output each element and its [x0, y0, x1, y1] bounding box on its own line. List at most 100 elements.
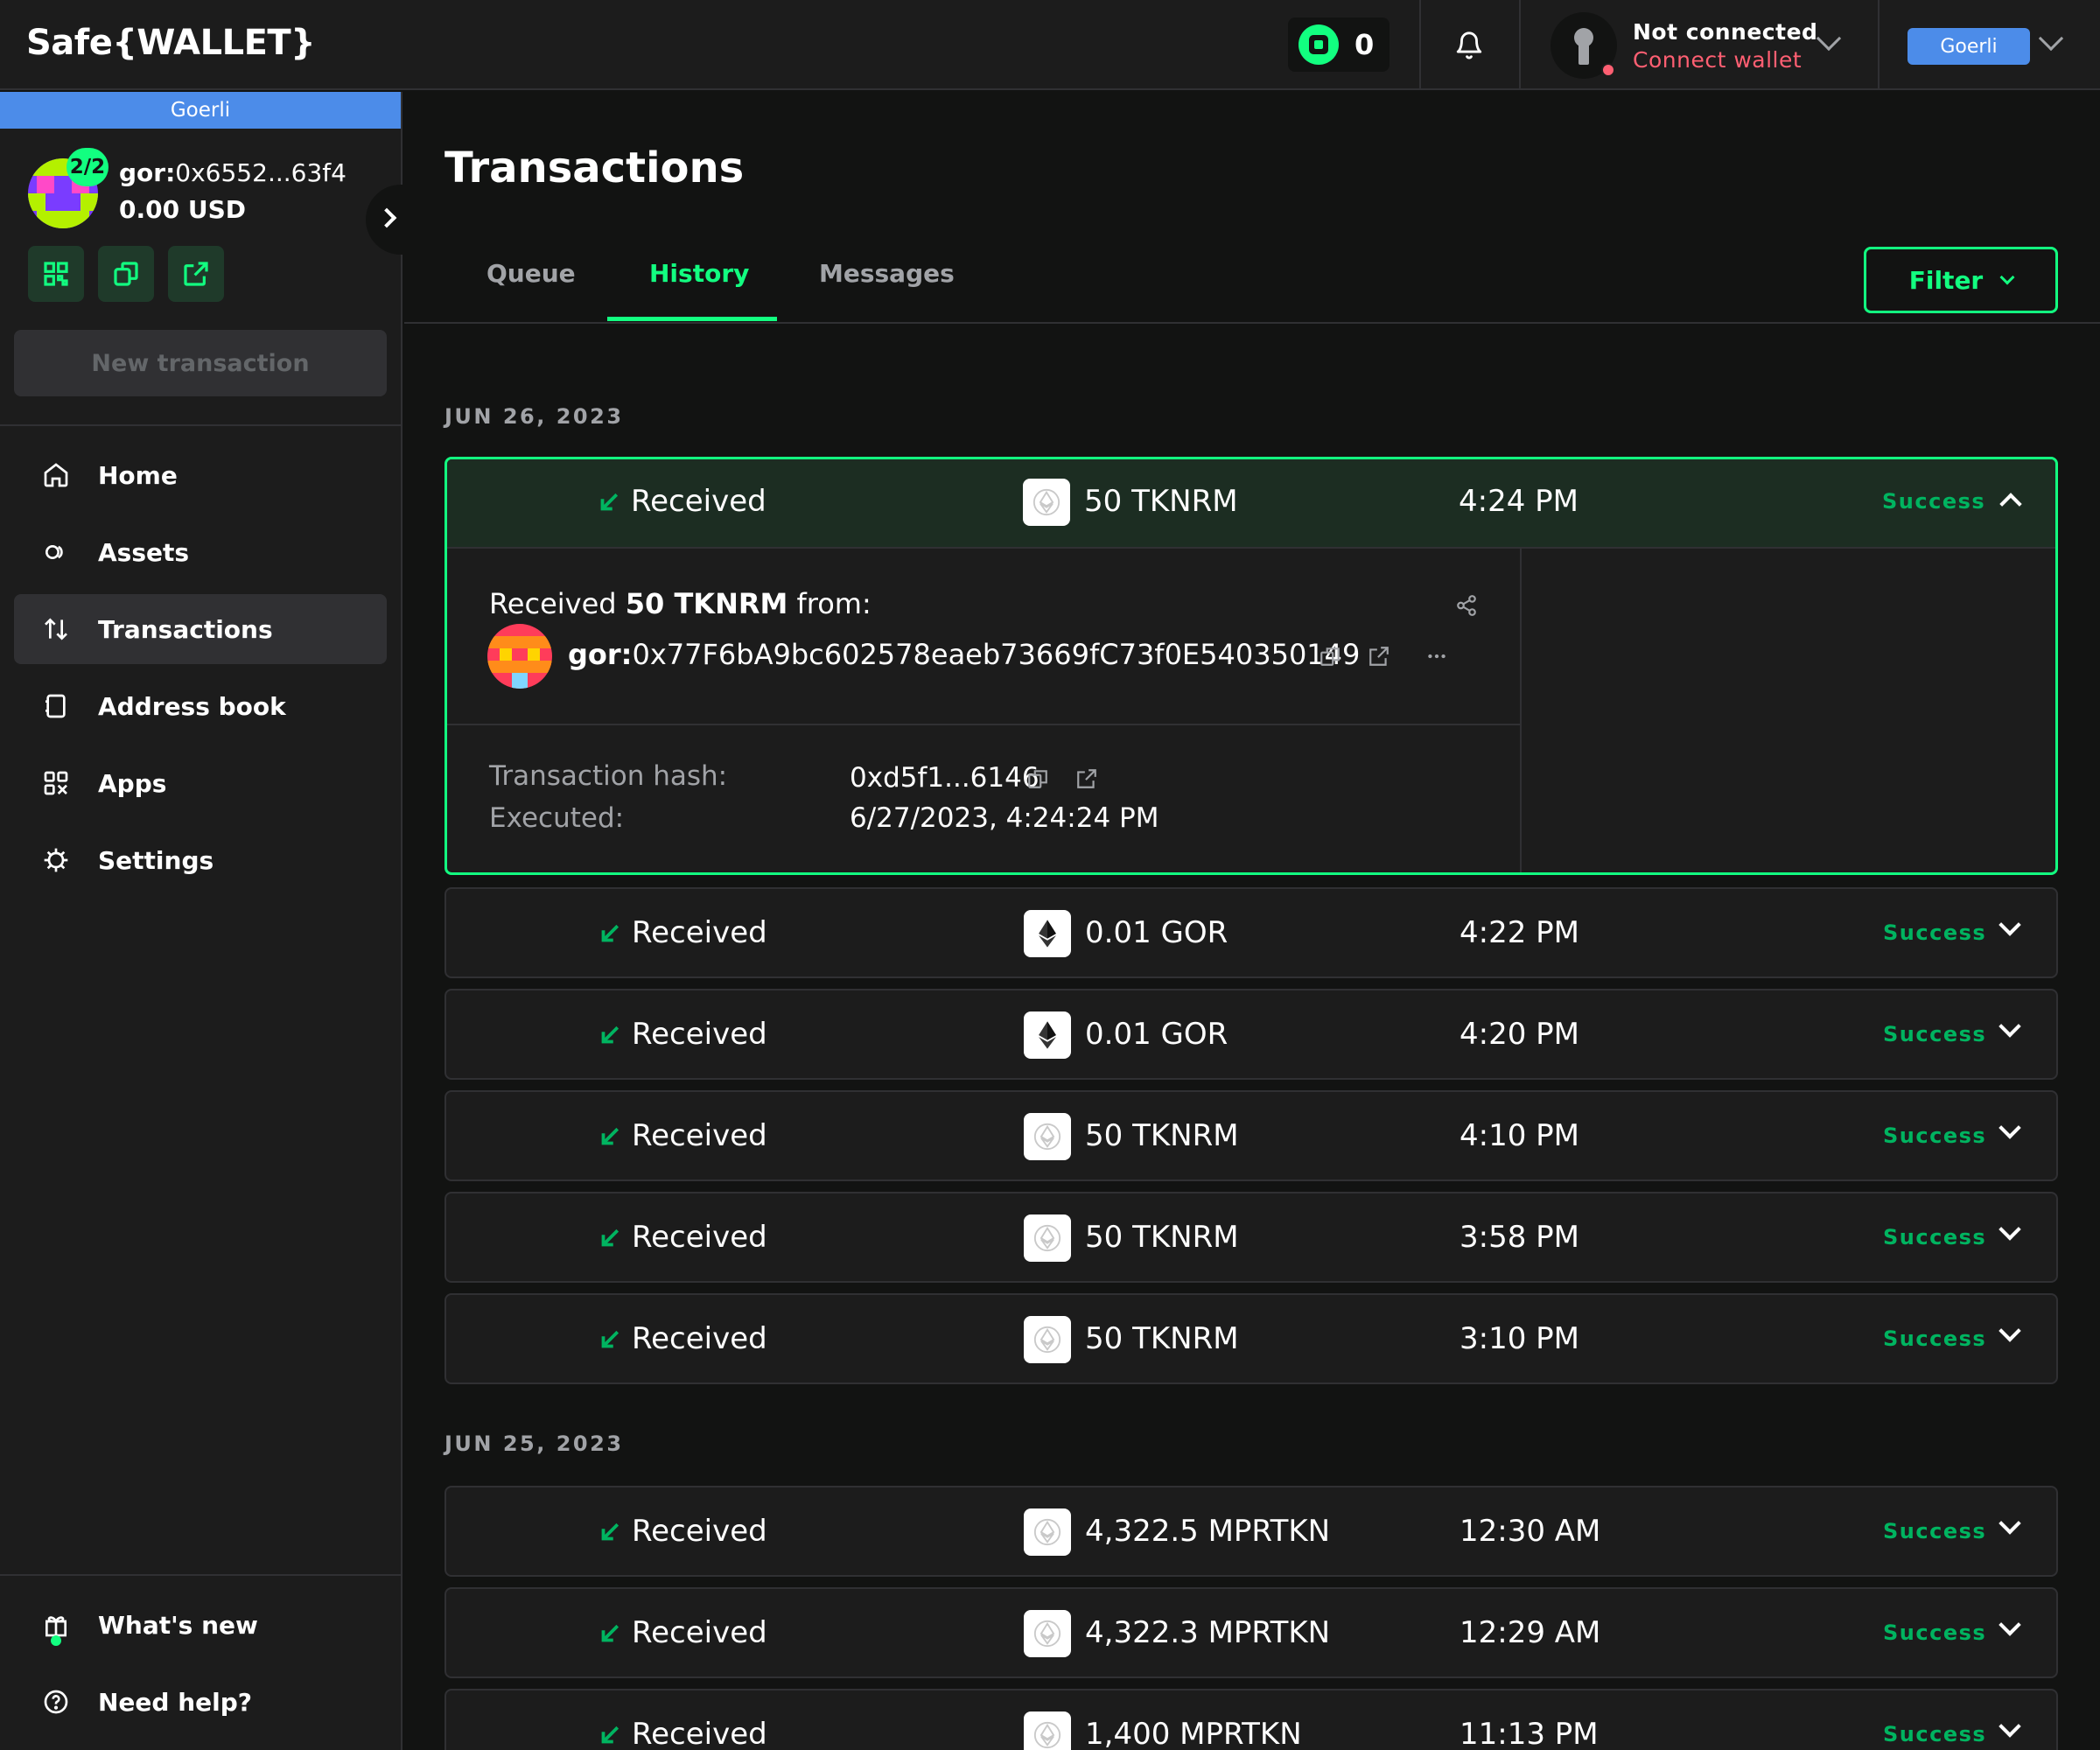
date-group-label: JUN 26, 2023	[444, 404, 624, 429]
external-link-icon[interactable]	[1075, 767, 1098, 790]
transaction-time: 3:58 PM	[1460, 1220, 1579, 1255]
safe-balance: 0.00 USD	[119, 195, 246, 224]
transaction-type: Received	[632, 1118, 767, 1153]
transaction-time: 12:30 AM	[1460, 1514, 1601, 1549]
status-badge: Success	[1883, 1022, 1987, 1046]
token-icon	[1023, 479, 1070, 526]
transaction-time: 4:22 PM	[1460, 915, 1579, 950]
sidebar-item-label: Settings	[98, 845, 214, 875]
connect-wallet-link[interactable]: Connect wallet	[1633, 47, 1802, 73]
transaction-time: 4:20 PM	[1460, 1017, 1579, 1052]
copy-address-button[interactable]	[98, 246, 154, 302]
chevron-up-icon[interactable]	[1999, 493, 2022, 515]
chevron-down-icon[interactable]	[1998, 1512, 2021, 1535]
transaction-summary[interactable]: Received 50 TKNRM 4:24 PM Success	[447, 459, 2055, 549]
tab-history[interactable]: History	[649, 259, 749, 288]
status-badge: Success	[1883, 1620, 1987, 1645]
transactions-icon	[40, 613, 72, 645]
copy-icon[interactable]	[1026, 767, 1049, 790]
incoming-arrow-icon	[600, 493, 619, 511]
transaction-row[interactable]: Received 50 TKNRM 4:10 PM Success	[444, 1090, 2058, 1181]
transaction-amount: 4,322.3 MPRTKN	[1085, 1615, 1331, 1650]
filter-label: Filter	[1908, 265, 1984, 295]
transaction-row[interactable]: Received 1,400 MPRTKN 11:13 PM Success	[444, 1689, 2058, 1750]
qr-code-icon	[44, 262, 68, 286]
chevron-down-icon[interactable]	[1998, 914, 2021, 936]
safe-address[interactable]: gor:0x6552...63f4	[119, 158, 346, 187]
transaction-row[interactable]: Received 4,322.5 MPRTKN 12:30 AM Success	[444, 1486, 2058, 1577]
safe-wallet-logo[interactable]: Safe{WALLET}	[26, 23, 316, 63]
disconnected-dot	[1601, 63, 1615, 77]
open-explorer-button[interactable]	[168, 246, 224, 302]
transaction-row[interactable]: Received 0.01 GOR 4:22 PM Success	[444, 887, 2058, 978]
executed-timestamp: 6/27/2023, 4:24:24 PM	[850, 802, 1159, 834]
filter-button[interactable]: Filter	[1864, 247, 2058, 313]
transaction-type: Received	[632, 1017, 767, 1052]
incoming-arrow-icon	[601, 1726, 620, 1744]
tab-queue[interactable]: Queue	[486, 259, 576, 288]
chevron-down-icon[interactable]	[1816, 25, 1842, 52]
qr-code-button[interactable]	[28, 246, 84, 302]
status-badge: Success	[1883, 1722, 1987, 1746]
sidebar-item-settings[interactable]: Settings	[14, 825, 387, 895]
external-link-icon[interactable]	[1368, 645, 1390, 668]
header-divider	[1878, 0, 1880, 90]
sidebar-item-transactions[interactable]: Transactions	[14, 594, 387, 664]
chevron-down-icon[interactable]	[1998, 1715, 2021, 1738]
received-summary: Received 50 TKNRM from:	[489, 587, 872, 620]
more-options-icon[interactable]	[1425, 645, 1448, 668]
transaction-hash-label: Transaction hash:	[489, 760, 728, 792]
sidebar-divider	[0, 424, 401, 426]
chevron-down-icon[interactable]	[1998, 1116, 2021, 1139]
assets-icon	[40, 536, 72, 568]
transaction-row[interactable]: Received 50 TKNRM 3:10 PM Success	[444, 1293, 2058, 1384]
sidebar-item-label: Home	[98, 460, 178, 490]
incoming-arrow-icon	[601, 1330, 620, 1348]
sidebar-item-label: Transactions	[98, 614, 273, 644]
status-badge: Success	[1883, 1124, 1987, 1148]
transaction-amount: 50 TKNRM	[1085, 1220, 1239, 1255]
transaction-type: Received	[632, 1514, 767, 1549]
transaction-row[interactable]: Received 50 TKNRM 3:58 PM Success	[444, 1192, 2058, 1283]
incoming-arrow-icon	[601, 1228, 620, 1247]
transaction-amount: 4,322.5 MPRTKN	[1085, 1514, 1331, 1549]
chevron-down-icon[interactable]	[2038, 25, 2064, 52]
transaction-row[interactable]: Received 4,322.3 MPRTKN 12:29 AM Success	[444, 1587, 2058, 1678]
chevron-down-icon[interactable]	[1998, 1015, 2021, 1038]
transaction-amount: 1,400 MPRTKN	[1085, 1717, 1302, 1750]
share-icon[interactable]	[1455, 594, 1478, 617]
sidebar-item-home[interactable]: Home	[14, 440, 387, 510]
transaction-time: 12:29 AM	[1460, 1615, 1601, 1650]
sidebar-item-apps[interactable]: Apps	[14, 748, 387, 818]
bell-icon[interactable]	[1454, 30, 1484, 61]
safe-token-icon	[1298, 24, 1339, 65]
sidebar-item-address-book[interactable]: Address book	[14, 671, 387, 741]
chevron-down-icon[interactable]	[1998, 1218, 2021, 1241]
active-tab-indicator	[607, 317, 777, 321]
pending-transactions-button[interactable]: 0	[1288, 18, 1390, 72]
copy-icon[interactable]	[1319, 645, 1341, 668]
sidebar-item-help[interactable]: Need help?	[14, 1667, 387, 1737]
tabs-divider	[404, 322, 2100, 324]
chevron-down-icon[interactable]	[1998, 1614, 2021, 1636]
sidebar: Goerli 2/2 gor:0x6552...63f4 0.00 USD Ne…	[0, 92, 416, 1750]
sidebar-divider	[0, 1574, 401, 1576]
transaction-time: 11:13 PM	[1460, 1717, 1599, 1750]
external-link-icon	[184, 262, 208, 286]
sidebar-item-assets[interactable]: Assets	[14, 517, 387, 587]
new-transaction-button[interactable]: New transaction	[14, 330, 387, 396]
chevron-down-icon[interactable]	[1998, 1320, 2021, 1342]
sidebar-item-whats-new[interactable]: What's new	[14, 1590, 387, 1660]
details-divider	[1520, 549, 1522, 872]
tab-messages[interactable]: Messages	[819, 259, 955, 288]
transaction-amount: 0.01 GOR	[1085, 1017, 1228, 1052]
wallet-avatar[interactable]	[1550, 12, 1617, 79]
sender-address: gor:0x77F6bA9bc602578eaeb73669fC73f0E540…	[568, 638, 1361, 671]
sidebar-expand-button[interactable]	[366, 185, 416, 255]
header-divider	[1419, 0, 1421, 90]
transaction-amount: 50 TKNRM	[1084, 484, 1238, 519]
transaction-row[interactable]: Received 0.01 GOR 4:20 PM Success	[444, 989, 2058, 1080]
network-selector[interactable]: Goerli	[1908, 28, 2030, 65]
token-icon	[1024, 1610, 1071, 1657]
details-divider	[447, 724, 1522, 725]
